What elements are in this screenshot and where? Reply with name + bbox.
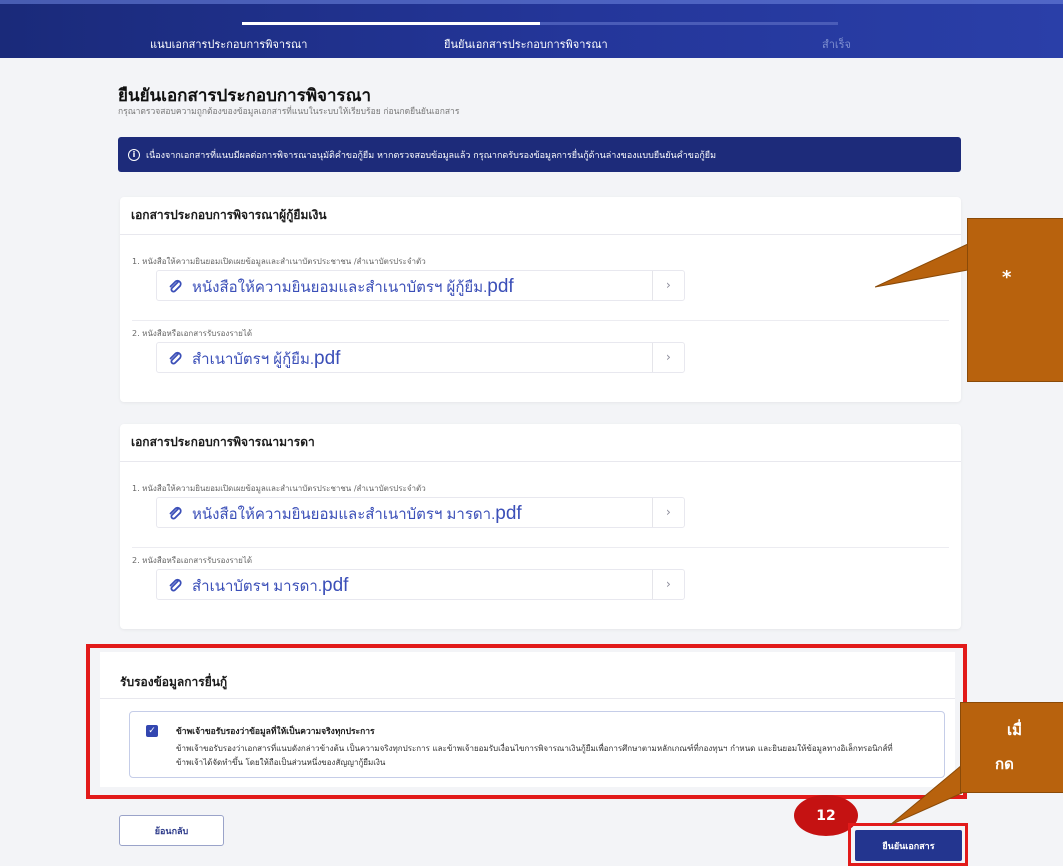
document-file-link[interactable]: สำเนาบัตรฯ มารดา.pdf › <box>156 569 685 600</box>
callout-pointer <box>890 763 963 826</box>
info-icon: i <box>128 148 140 161</box>
certification-body: ข้าพเจ้าขอรับรองว่าเอกสารที่แนบดังกล่าวข… <box>176 744 893 767</box>
callout-note-bottom: เมื่ กด <box>960 702 1063 793</box>
mother-documents-card: เอกสารประกอบการพิจารณามารดา 1. หนังสือให… <box>120 424 961 629</box>
callout-text-line2: กด <box>995 755 1014 773</box>
document-file-link[interactable]: สำเนาบัตรฯ ผู้กู้ยืม.pdf › <box>156 342 685 373</box>
stepper-track-pending <box>540 22 838 25</box>
certification-heading: ข้าพเจ้าขอรับรองว่าข้อมูลที่ให้เป็นความจ… <box>176 727 375 737</box>
file-extension: pdf <box>314 348 341 369</box>
chevron-right-icon: › <box>666 350 671 364</box>
paperclip-icon <box>169 279 182 293</box>
certification-box: ✓ ข้าพเจ้าขอรับรองว่าข้อมูลที่ให้เป็นควา… <box>129 711 945 778</box>
paperclip-icon <box>169 506 182 520</box>
chevron-right-icon: › <box>666 577 671 591</box>
borrower-documents-card: เอกสารประกอบการพิจารณาผู้กู้ยืมเงิน 1. ห… <box>120 197 961 402</box>
certification-title: รับรองข้อมูลการยื่นกู้ <box>120 675 228 689</box>
file-name: หนังสือให้ความยินยอมและสำเนาบัตรฯ ผู้กู้… <box>192 279 488 296</box>
step-3-label: สำเร็จ <box>822 38 852 51</box>
progress-stepper: แนบเอกสารประกอบการพิจารณา ยืนยันเอกสารปร… <box>0 0 1063 58</box>
document-label: 2. หนังสือหรือเอกสารรับรองรายได้ <box>132 329 253 338</box>
document-file-link[interactable]: หนังสือให้ความยินยอมและสำเนาบัตรฯ ผู้กู้… <box>156 270 685 301</box>
file-name: สำเนาบัตรฯ มารดา. <box>192 578 322 595</box>
paperclip-icon <box>169 578 182 592</box>
section-title: เอกสารประกอบการพิจารณาผู้กู้ยืมเงิน <box>120 197 961 235</box>
back-button[interactable]: ย้อนกลับ <box>119 815 224 846</box>
file-extension: pdf <box>495 503 522 524</box>
stepper-track-done <box>242 22 540 25</box>
callout-text-line1: เมื่ <box>1007 721 1023 739</box>
notice-banner: i เนื่องจากเอกสารที่แนบมีผลต่อการพิจารณา… <box>118 137 961 172</box>
callout-pointer <box>875 243 969 288</box>
step-1-label: แนบเอกสารประกอบการพิจารณา <box>150 38 308 51</box>
paperclip-icon <box>169 351 182 365</box>
confirm-documents-button[interactable]: ยืนยันเอกสาร <box>855 830 962 861</box>
callout-text: * <box>1002 267 1012 288</box>
file-name: หนังสือให้ความยินยอมและสำเนาบัตรฯ มารดา. <box>192 506 496 523</box>
file-extension: pdf <box>322 575 349 596</box>
page-subtitle: กรุณาตรวจสอบความถูกต้องของข้อมูลเอกสารที… <box>118 107 460 117</box>
notice-text: เนื่องจากเอกสารที่แนบมีผลต่อการพิจารณาอน… <box>146 150 717 161</box>
document-file-link[interactable]: หนังสือให้ความยินยอมและสำเนาบัตรฯ มารดา.… <box>156 497 685 528</box>
check-icon: ✓ <box>148 725 156 736</box>
file-name: สำเนาบัตรฯ ผู้กู้ยืม. <box>192 351 315 368</box>
section-title: เอกสารประกอบการพิจารณามารดา <box>120 424 961 462</box>
step-2-label: ยืนยันเอกสารประกอบการพิจารณา <box>444 38 608 51</box>
chevron-right-icon: › <box>666 505 671 519</box>
document-label: 2. หนังสือหรือเอกสารรับรองรายได้ <box>132 556 253 565</box>
row-divider <box>132 320 949 321</box>
certification-card: รับรองข้อมูลการยื่นกู้ ✓ ข้าพเจ้าขอรับรอ… <box>100 652 955 787</box>
chevron-right-icon: › <box>666 278 671 292</box>
row-divider <box>132 547 949 548</box>
callout-note-top: * <box>967 218 1063 382</box>
document-label: 1. หนังสือให้ความยินยอมเปิดเผยข้อมูลและส… <box>132 257 426 266</box>
document-label: 1. หนังสือให้ความยินยอมเปิดเผยข้อมูลและส… <box>132 484 426 493</box>
certify-checkbox[interactable]: ✓ <box>146 725 158 737</box>
file-extension: pdf <box>487 276 514 297</box>
